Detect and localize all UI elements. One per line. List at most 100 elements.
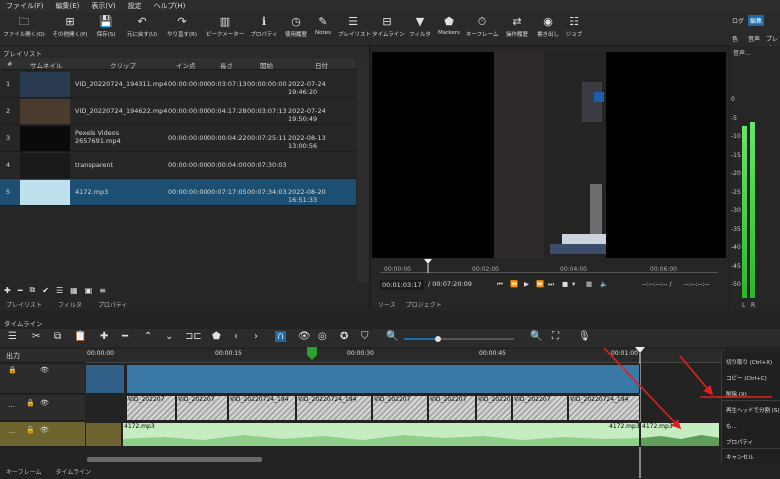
toolbar-button-1[interactable]: ⊞ その他開く(P) xyxy=(52,14,88,44)
ripple-markers-icon[interactable]: ⛉ xyxy=(361,331,369,342)
layout-edit-button[interactable]: 編集 xyxy=(748,15,765,26)
col-duration[interactable]: 長さ xyxy=(220,60,233,70)
ctx-more[interactable]: も... xyxy=(726,422,737,430)
col-thumbnail[interactable]: サムネイル xyxy=(30,60,62,70)
ripple-icon[interactable]: ◎ xyxy=(318,331,327,342)
unlock-icon[interactable]: 🔓 xyxy=(26,426,35,434)
overwrite-icon[interactable]: ⌄ xyxy=(165,331,173,342)
ctx-delete[interactable]: 削除 (X) xyxy=(726,390,747,398)
remove-icon[interactable]: ━ xyxy=(18,286,23,295)
track-head-v1[interactable]: 🔒 👁 xyxy=(0,364,85,394)
audio-clip-a1[interactable]: 4172.mp3 4172.mp3 xyxy=(122,422,640,447)
fast-forward-icon[interactable]: ⏩ xyxy=(536,280,544,288)
toolbar-button-2[interactable]: 💾 保存(S) xyxy=(92,14,120,44)
ctx-split[interactable]: 再生ヘッドで分割 (S) xyxy=(726,406,780,414)
next-marker-icon[interactable]: › xyxy=(254,331,258,342)
col-num[interactable]: # xyxy=(7,60,12,68)
menu-item-0[interactable]: ファイル(F) xyxy=(6,1,44,11)
zoom-out-icon[interactable]: 🔍 xyxy=(386,331,398,342)
skip-start-icon[interactable]: ⏮ xyxy=(497,280,503,289)
toolbar-button-3[interactable]: ↶ 元に戻す(U) xyxy=(124,14,160,44)
copy-icon[interactable]: ⧉ xyxy=(54,331,61,342)
menu-item-3[interactable]: 設定 xyxy=(128,1,142,11)
audio-clip-a1-after[interactable]: 4172.mp3 xyxy=(640,422,720,447)
toolbar-button-9[interactable]: ☰ プレイリスト xyxy=(338,14,371,44)
col-start[interactable]: 開始 xyxy=(260,60,273,70)
video-clip-v2[interactable]: VID_202207 xyxy=(512,395,568,421)
stop-icon[interactable]: ■ xyxy=(562,280,568,288)
tab-keyframes[interactable]: キーフレーム xyxy=(6,467,41,476)
video-clip-v2[interactable]: VID_20220724_194 xyxy=(568,395,640,421)
toolbar-button-11[interactable]: ▼ フィルタ xyxy=(408,14,432,44)
eye-icon[interactable]: 👁 xyxy=(40,366,49,374)
skip-end-icon[interactable]: ⏭ xyxy=(548,280,554,289)
split-icon[interactable]: ⊐⊏ xyxy=(185,331,202,342)
position-timecode[interactable]: 00:01:03:17 xyxy=(380,280,424,290)
toolbar-button-16[interactable]: ☷ ジョブ xyxy=(564,14,584,44)
toolbar-button-14[interactable]: ⇄ 操作履歴 xyxy=(503,14,531,44)
ctx-cancel[interactable]: キャンセル xyxy=(726,453,754,461)
eye-icon[interactable]: 👁 xyxy=(40,426,49,434)
playlist-row[interactable]: 4 transparent 00:00:00:00 00:00:04:00 00:07:… xyxy=(0,152,356,179)
video-clip-v2[interactable]: VID_202207 xyxy=(428,395,476,421)
playlist-row[interactable]: 5 4172.mp3 00:00:00:00 00:07:17:05 00:07:34:… xyxy=(0,179,356,206)
col-clip[interactable]: クリップ xyxy=(110,60,136,70)
layout-log-button[interactable]: ログ xyxy=(732,16,744,25)
loop-icon[interactable]: ▾ xyxy=(572,280,575,288)
lock-icon[interactable]: 🔒 xyxy=(26,399,35,407)
toolbar-button-0[interactable]: 🗀 ファイル開く(O) xyxy=(2,14,46,44)
ctx-properties[interactable]: プロパティ xyxy=(726,438,753,446)
video-clip-v2[interactable]: VID_202207 xyxy=(372,395,428,421)
zoom-fit-icon[interactable]: ⛶ xyxy=(552,331,559,342)
eye-icon[interactable]: 👁 xyxy=(40,399,49,407)
video-clip-v2[interactable]: VID_202207 xyxy=(126,395,176,421)
zoom-in-icon[interactable]: 🔍 xyxy=(530,331,542,342)
video-clip-v2[interactable]: VID_20220724_194 xyxy=(296,395,372,421)
grid-view-icon[interactable]: ▦ xyxy=(70,286,78,295)
timeline-ruler[interactable]: 00:00:00 00:00:15 00:00:30 00:00:45 00:0… xyxy=(85,349,725,363)
toolbar-button-12[interactable]: ⬟ Markers xyxy=(436,14,462,44)
list-view-icon[interactable]: ≡ xyxy=(99,286,106,295)
playlist-row[interactable]: 1 VID_20220724_194311.mp4 00:00:00:00 00:03… xyxy=(0,71,356,98)
toolbar-button-5[interactable]: ▥ ピークメーター xyxy=(205,14,245,44)
layout-audio-button[interactable]: 音声 xyxy=(748,34,760,43)
update-icon[interactable]: ⧉ xyxy=(30,285,36,295)
toolbar-button-13[interactable]: ⏱ キーフレーム xyxy=(466,14,499,44)
ctx-cut[interactable]: 切り取り (Ctrl+X) xyxy=(726,358,772,366)
video-preview[interactable] xyxy=(372,52,726,258)
remove-icon[interactable]: ━ xyxy=(122,331,128,342)
zoom-slider[interactable] xyxy=(404,334,514,344)
icon-view-icon[interactable]: ▣ xyxy=(85,286,93,295)
menu-item-1[interactable]: 編集(E) xyxy=(56,1,80,11)
record-audio-icon[interactable]: 🎙 xyxy=(578,331,591,342)
video-clip-v2[interactable]: VID_202207 xyxy=(476,395,512,421)
lift-icon[interactable]: ⌃ xyxy=(144,331,152,342)
tab-properties[interactable]: プロパティ xyxy=(98,300,128,309)
viewer-ruler[interactable]: 00:00:00 00:02:00 00:04:00 00:06:00 xyxy=(380,259,718,273)
video-clip-stub[interactable] xyxy=(85,364,125,394)
tab-project[interactable]: プロジェクト xyxy=(406,300,442,309)
playlist-row[interactable]: 3 Pexels Videos 2657691.mp4 00:00:00:00 00:… xyxy=(0,125,356,152)
play-icon[interactable]: ▶ xyxy=(524,280,529,288)
toolbar-button-4[interactable]: ↷ やり直す(R) xyxy=(164,14,200,44)
check-icon[interactable]: ✔ xyxy=(42,286,49,295)
ripple-all-icon[interactable]: ✪ xyxy=(340,331,348,342)
toolbar-button-10[interactable]: ⊟ タイムライン xyxy=(372,14,405,44)
menu-item-4[interactable]: ヘルプ(H) xyxy=(154,1,186,11)
tab-timeline[interactable]: タイムライン xyxy=(55,467,91,476)
tab-filter[interactable]: フィルタ xyxy=(58,300,82,309)
tab-source[interactable]: ソース xyxy=(378,300,396,309)
snap-icon[interactable]: ∩ xyxy=(275,331,287,342)
lock-icon[interactable]: 🔒 xyxy=(8,366,17,374)
layout-color-button[interactable]: 色 xyxy=(732,34,738,43)
track-head-a1[interactable]: … 🔓 👁 xyxy=(0,422,85,447)
marker-flag-icon[interactable] xyxy=(306,347,318,361)
toolbar-button-6[interactable]: ℹ プロパティ xyxy=(250,14,278,44)
playlist-scrollbar[interactable] xyxy=(357,58,369,282)
menu-item-2[interactable]: 表示(V) xyxy=(91,1,115,11)
volume-icon[interactable]: 🔈 xyxy=(600,280,608,288)
tab-playlist[interactable]: プレイリスト xyxy=(6,300,42,309)
video-clip-v1[interactable] xyxy=(126,364,640,394)
marker-icon[interactable]: ⬟ xyxy=(212,331,221,342)
col-date[interactable]: 日付 xyxy=(315,60,328,70)
